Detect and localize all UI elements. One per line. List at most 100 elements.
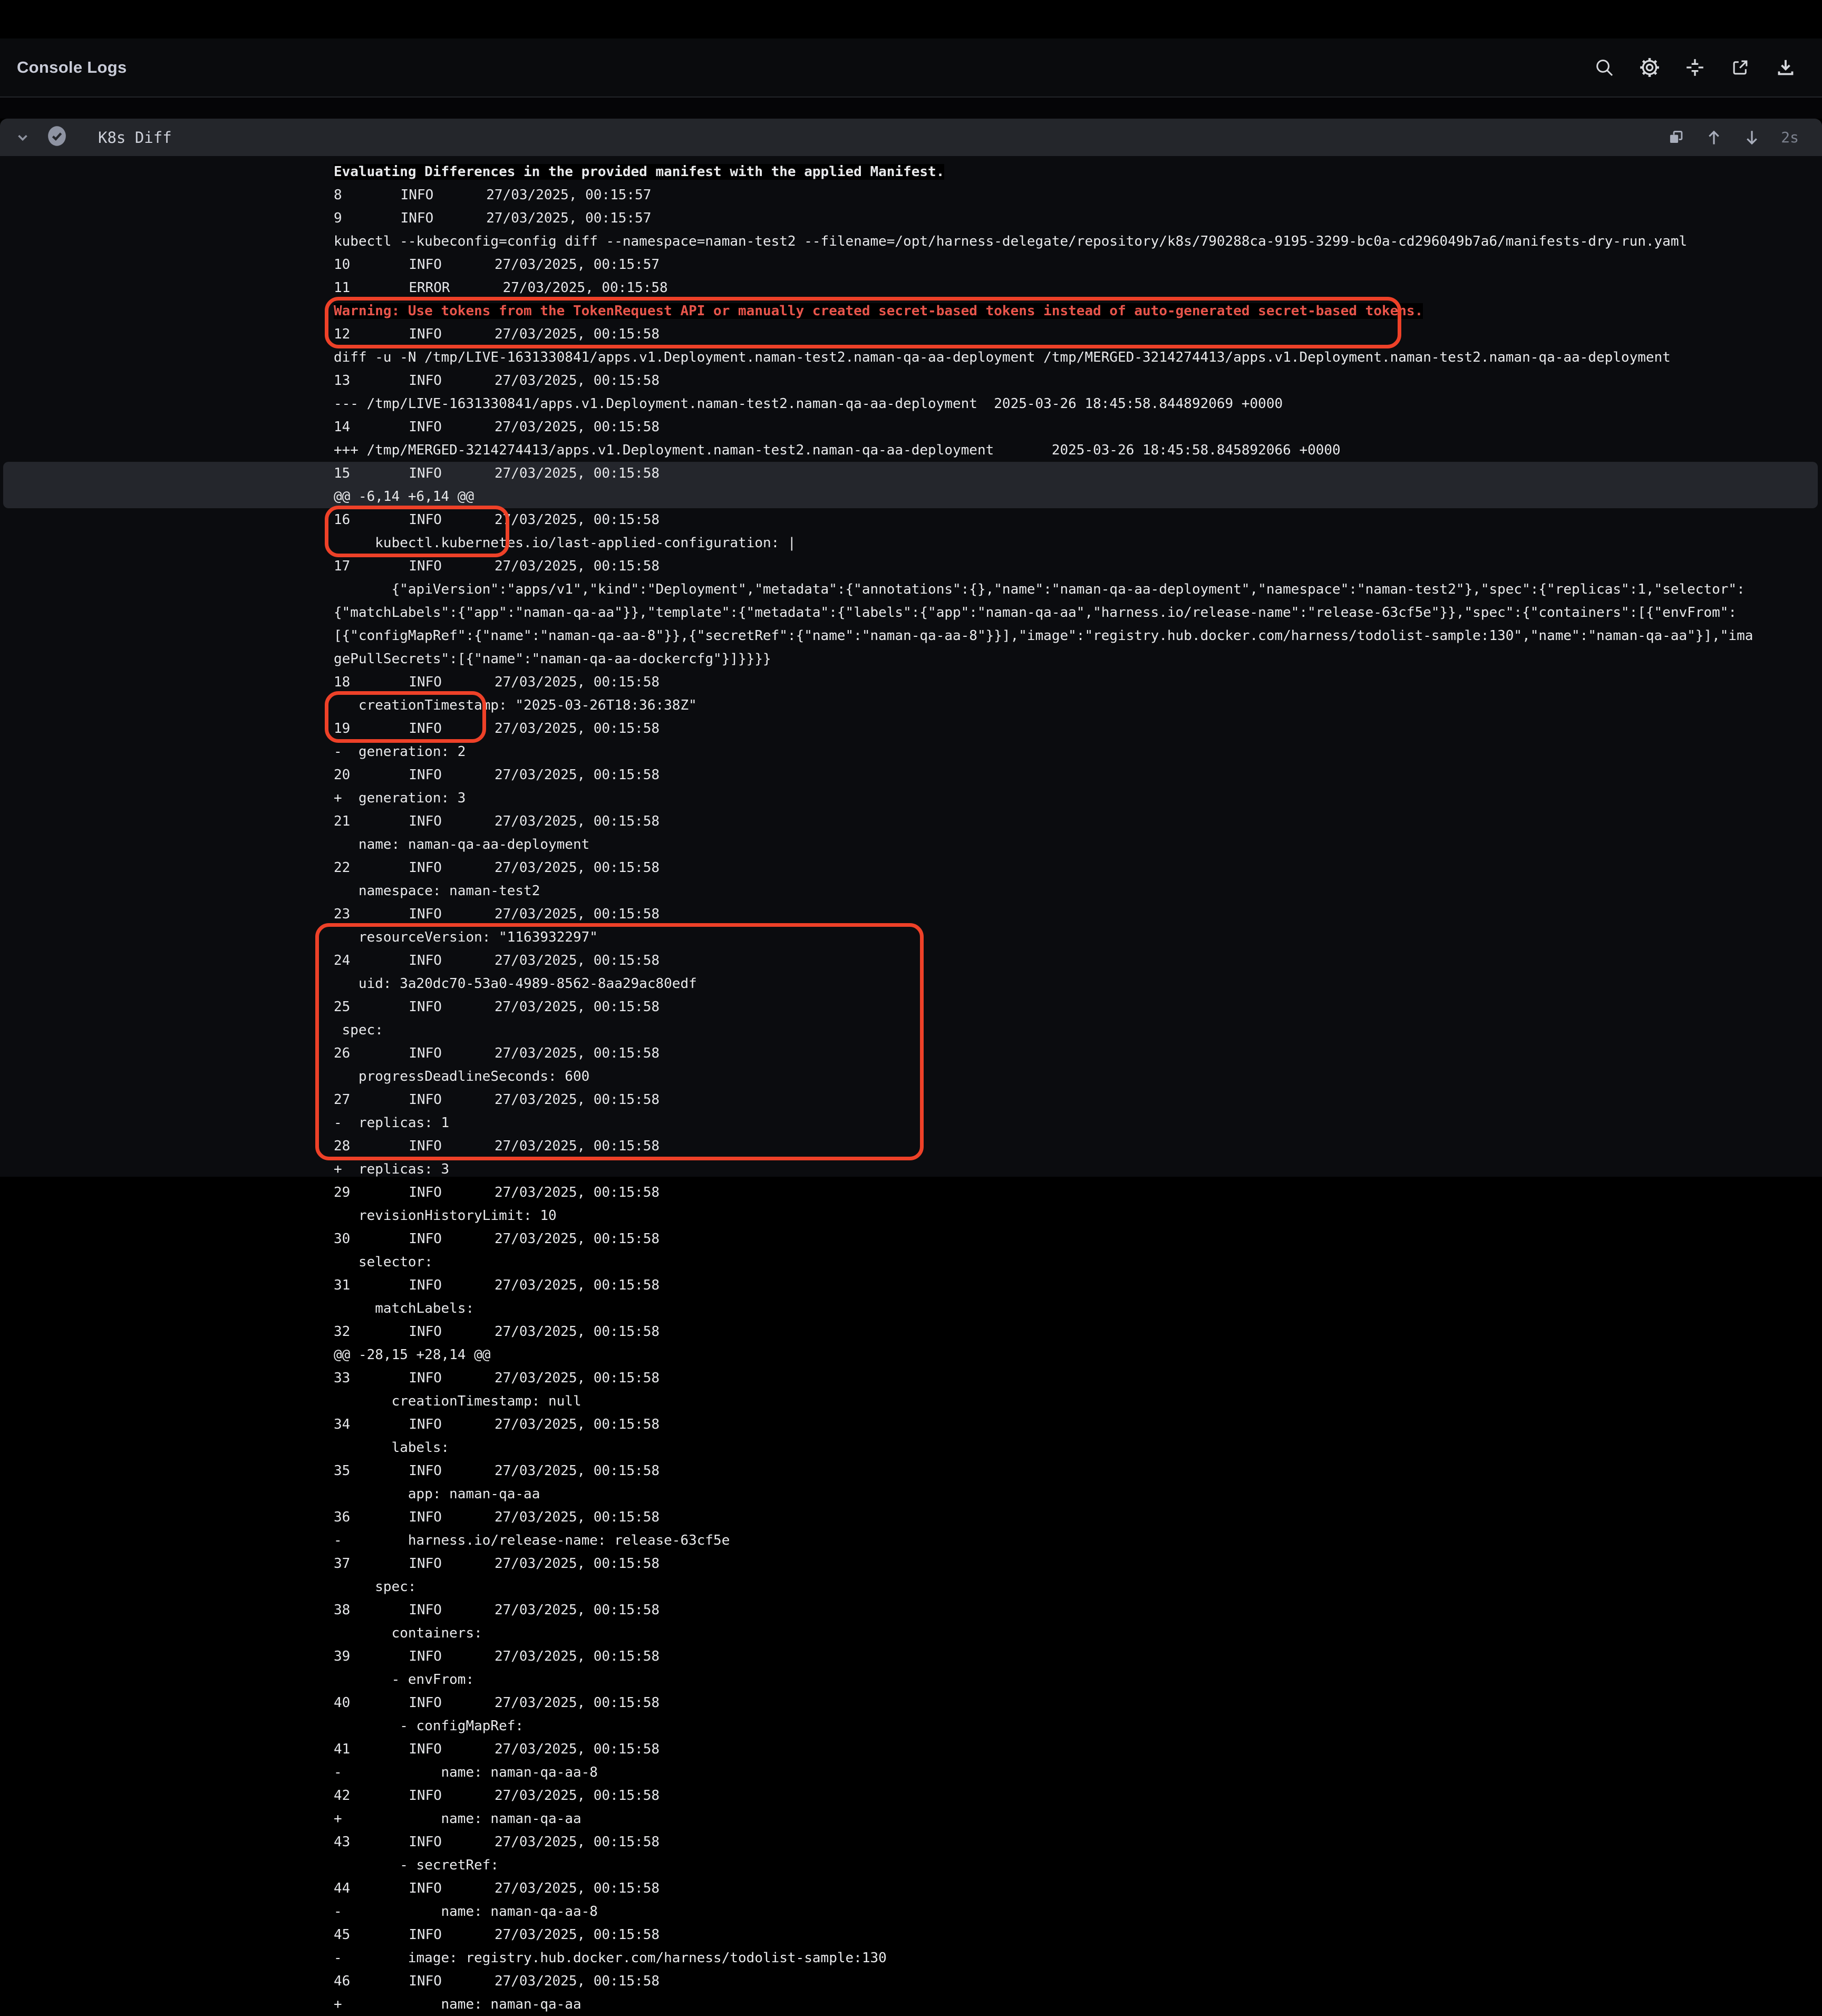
line-number[interactable]: 32 xyxy=(334,1324,350,1340)
open-in-new-button[interactable] xyxy=(1728,55,1752,80)
log-timestamp: 27/03/2025, 00:15:58 xyxy=(495,1741,660,1757)
log-level: INFO xyxy=(409,1556,442,1572)
line-number[interactable]: 10 xyxy=(334,257,350,273)
line-number[interactable]: 45 xyxy=(334,1927,350,1943)
step-duration: 2s xyxy=(1781,129,1799,146)
log-row: 40INFO27/03/2025, 00:15:58 - configMapRe… xyxy=(0,1691,1822,1738)
log-level: INFO xyxy=(409,1463,442,1479)
scroll-to-top-button[interactable] xyxy=(1702,125,1726,150)
log-message: - envFrom: xyxy=(334,1668,1757,1691)
log-message: - configMapRef: xyxy=(334,1714,1757,1738)
log-row: 11ERROR27/03/2025, 00:15:58Warning: Use … xyxy=(0,276,1822,323)
line-number[interactable]: 22 xyxy=(334,860,350,876)
chevron-down-icon xyxy=(13,128,32,147)
log-level: INFO xyxy=(409,1741,442,1757)
line-number[interactable]: 21 xyxy=(334,813,350,829)
line-number[interactable]: 41 xyxy=(334,1741,350,1757)
log-level: INFO xyxy=(409,860,442,876)
line-number[interactable]: 35 xyxy=(334,1463,350,1479)
line-number[interactable]: 31 xyxy=(334,1277,350,1293)
log-timestamp: 27/03/2025, 00:15:58 xyxy=(495,373,660,389)
log-timestamp: 27/03/2025, 00:15:58 xyxy=(495,1649,660,1664)
log-row: 45INFO27/03/2025, 00:15:58- image: regis… xyxy=(0,1923,1822,1970)
line-number[interactable]: 38 xyxy=(334,1602,350,1618)
log-row: 26INFO27/03/2025, 00:15:58 progressDeadl… xyxy=(0,1042,1822,1088)
log-level: INFO xyxy=(409,674,442,690)
log-row: 23INFO27/03/2025, 00:15:58 resourceVersi… xyxy=(0,903,1822,949)
line-number[interactable]: 46 xyxy=(334,1973,350,1989)
line-number[interactable]: 26 xyxy=(334,1045,350,1061)
log-message: namespace: naman-test2 xyxy=(334,879,1757,903)
line-number[interactable]: 37 xyxy=(334,1556,350,1572)
log-level: INFO xyxy=(401,210,434,226)
line-number[interactable]: 12 xyxy=(334,326,350,342)
scroll-to-bottom-button[interactable] xyxy=(1740,125,1764,150)
log-timestamp: 27/03/2025, 00:15:58 xyxy=(495,999,660,1015)
log-message: selector: xyxy=(334,1251,1757,1274)
step-header-k8s-diff[interactable]: K8s Diff xyxy=(0,119,1822,156)
line-number[interactable]: 9 xyxy=(334,210,342,226)
log-message: spec: xyxy=(334,1575,1757,1598)
console-logs-header: Console Logs xyxy=(0,38,1822,98)
log-message: creationTimestamp: "2025-03-26T18:36:38Z… xyxy=(334,694,1757,717)
collapse-step-button[interactable] xyxy=(11,125,35,150)
line-number[interactable]: 44 xyxy=(334,1881,350,1896)
log-row: 15INFO27/03/2025, 00:15:58@@ -6,14 +6,14… xyxy=(0,462,1822,508)
log-level: INFO xyxy=(409,813,442,829)
line-number[interactable]: 34 xyxy=(334,1417,350,1432)
line-number[interactable]: 11 xyxy=(334,280,350,296)
log-message: name: naman-qa-aa-deployment xyxy=(334,833,1757,856)
log-level: INFO xyxy=(409,953,442,968)
log-row: Evaluating Differences in the provided m… xyxy=(0,160,1822,183)
log-timestamp: 27/03/2025, 00:15:58 xyxy=(495,512,660,528)
line-number[interactable]: 36 xyxy=(334,1509,350,1525)
log-level: INFO xyxy=(409,1277,442,1293)
gear-icon xyxy=(1639,56,1661,79)
line-number[interactable]: 39 xyxy=(334,1649,350,1664)
line-number[interactable]: 20 xyxy=(334,767,350,783)
line-number[interactable]: 29 xyxy=(334,1185,350,1200)
step-title: K8s Diff xyxy=(98,129,172,147)
line-number[interactable]: 14 xyxy=(334,419,350,435)
log-timestamp: 27/03/2025, 00:15:58 xyxy=(495,1556,660,1572)
line-number[interactable]: 30 xyxy=(334,1231,350,1247)
line-number[interactable]: 15 xyxy=(334,466,350,481)
log-message: - harness.io/release-name: release-63cf5… xyxy=(334,1529,1757,1552)
line-number[interactable]: 28 xyxy=(334,1138,350,1154)
line-number[interactable]: 33 xyxy=(334,1370,350,1386)
log-level: INFO xyxy=(409,512,442,528)
line-number[interactable]: 27 xyxy=(334,1092,350,1108)
line-number[interactable]: 43 xyxy=(334,1834,350,1850)
line-number[interactable]: 42 xyxy=(334,1788,350,1804)
line-number[interactable]: 40 xyxy=(334,1695,350,1711)
line-number[interactable]: 13 xyxy=(334,373,350,389)
arrow-up-icon xyxy=(1704,128,1724,148)
line-number[interactable]: 25 xyxy=(334,999,350,1015)
log-message: revisionHistoryLimit: 10 xyxy=(334,1204,1757,1227)
log-message: @@ -6,14 +6,14 @@ xyxy=(334,485,1757,508)
log-row: 21INFO27/03/2025, 00:15:58 name: naman-q… xyxy=(0,810,1822,856)
collapse-button[interactable] xyxy=(1683,55,1707,80)
copy-logs-button[interactable] xyxy=(1664,125,1688,150)
line-number[interactable]: 16 xyxy=(334,512,350,528)
log-timestamp: 27/03/2025, 00:15:58 xyxy=(495,1881,660,1896)
log-row: 17INFO27/03/2025, 00:15:58 {"apiVersion"… xyxy=(0,555,1822,671)
search-button[interactable] xyxy=(1592,55,1616,80)
log-row: 44INFO27/03/2025, 00:15:58- name: naman-… xyxy=(0,1877,1822,1923)
line-number[interactable]: 23 xyxy=(334,906,350,922)
line-number[interactable]: 19 xyxy=(334,721,350,736)
log-row: 35INFO27/03/2025, 00:15:58 app: naman-qa… xyxy=(0,1459,1822,1506)
log-message: + generation: 3 xyxy=(334,787,1757,810)
header-actions xyxy=(1592,55,1798,80)
download-button[interactable] xyxy=(1773,55,1798,80)
log-timestamp: 27/03/2025, 00:15:58 xyxy=(495,674,660,690)
line-number[interactable]: 18 xyxy=(334,674,350,690)
log-timestamp: 27/03/2025, 00:15:58 xyxy=(495,1834,660,1850)
line-number[interactable]: 24 xyxy=(334,953,350,968)
line-number[interactable]: 8 xyxy=(334,187,342,203)
log-level: INFO xyxy=(409,1185,442,1200)
log-timestamp: 27/03/2025, 00:15:58 xyxy=(495,419,660,435)
settings-button[interactable] xyxy=(1637,55,1662,80)
log-message: app: naman-qa-aa xyxy=(334,1482,1757,1506)
line-number[interactable]: 17 xyxy=(334,558,350,574)
